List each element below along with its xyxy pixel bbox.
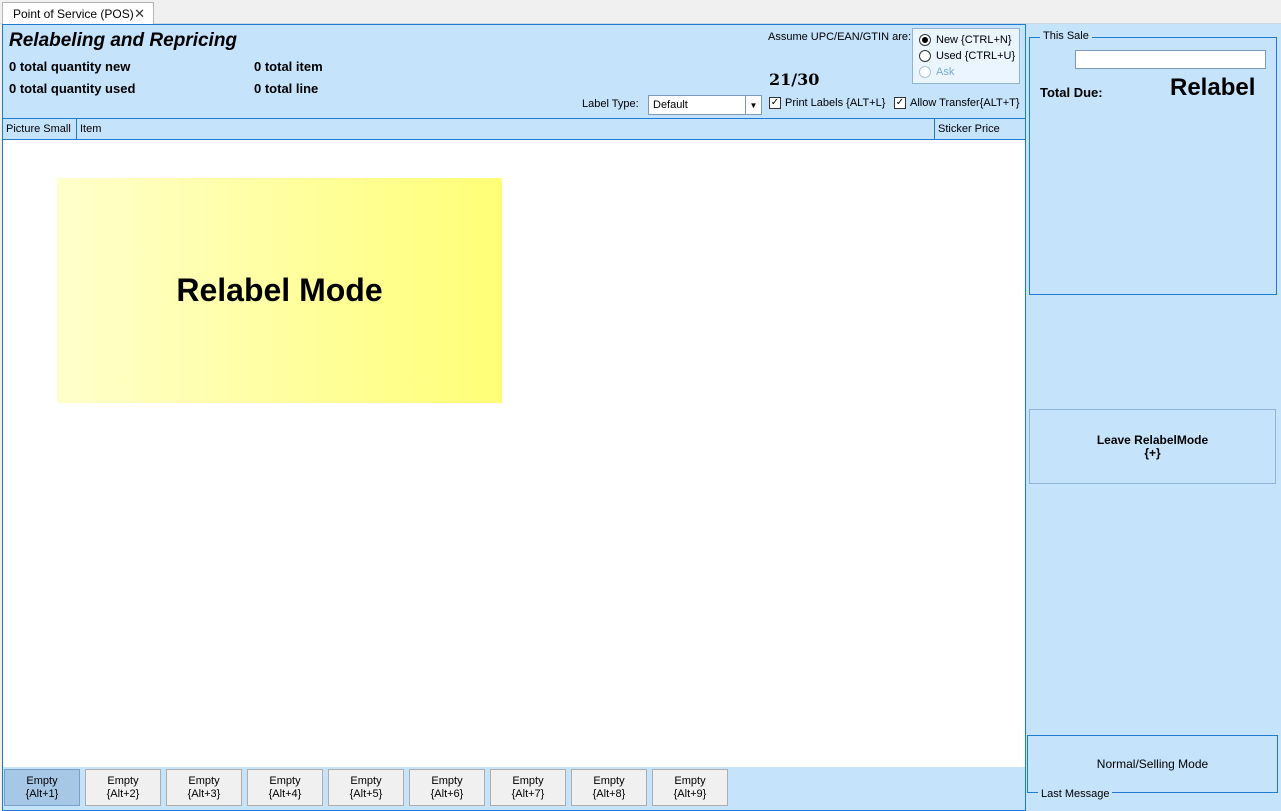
print-labels-label: Print Labels {ALT+L}: [785, 97, 886, 109]
slot-label: Empty: [674, 774, 706, 787]
page-title: Relabeling and Repricing: [9, 30, 238, 51]
allow-transfer-label: Allow Transfer{ALT+T}: [910, 97, 1020, 109]
slot-button-6[interactable]: Empty {Alt+6}: [409, 769, 485, 806]
main-panel: Relabeling and Repricing 0 total quantit…: [2, 24, 1026, 811]
slot-label: Empty: [593, 774, 625, 787]
label-type-select[interactable]: Default ▼: [648, 95, 762, 115]
assume-radio-group: New {CTRL+N} Used {CTRL+U} Ask: [912, 28, 1020, 84]
column-picture-small[interactable]: Picture Small: [3, 119, 77, 139]
radio-new[interactable]: New {CTRL+N}: [919, 34, 1012, 46]
radio-used-indicator[interactable]: [919, 50, 931, 62]
slot-button-1[interactable]: Empty {Alt+1}: [4, 769, 80, 806]
slot-button-9[interactable]: Empty {Alt+9}: [652, 769, 728, 806]
radio-ask-label: Ask: [936, 66, 955, 78]
tab-title: Point of Service (POS): [13, 6, 134, 21]
slot-label: Empty: [350, 774, 382, 787]
slot-key: {Alt+6}: [430, 787, 464, 800]
slot-button-4[interactable]: Empty {Alt+4}: [247, 769, 323, 806]
total-due-label: Total Due:: [1040, 85, 1103, 100]
assume-label: Assume UPC/EAN/GTIN are:: [768, 31, 912, 43]
grid-header: Picture Small Item Sticker Price: [3, 119, 1025, 140]
total-item-stat: 0 total item: [254, 59, 323, 74]
slot-button-7[interactable]: Empty {Alt+7}: [490, 769, 566, 806]
tab-point-of-service[interactable]: Point of Service (POS) ✕: [2, 2, 154, 24]
relabel-mode-banner: Relabel Mode: [57, 178, 502, 403]
slot-key: {Alt+1}: [25, 787, 59, 800]
slot-button-2[interactable]: Empty {Alt+2}: [85, 769, 161, 806]
this-sale-legend: This Sale: [1040, 30, 1092, 42]
slot-button-5[interactable]: Empty {Alt+5}: [328, 769, 404, 806]
slot-key: {Alt+9}: [673, 787, 707, 800]
radio-used[interactable]: Used {CTRL+U}: [919, 50, 1015, 62]
slot-key: {Alt+7}: [511, 787, 545, 800]
slot-button-8[interactable]: Empty {Alt+8}: [571, 769, 647, 806]
slot-label: Empty: [431, 774, 463, 787]
tab-strip: Point of Service (POS) ✕: [0, 0, 1281, 24]
sale-input[interactable]: [1075, 50, 1266, 69]
chevron-down-icon[interactable]: ▼: [745, 96, 761, 114]
slot-label: Empty: [26, 774, 58, 787]
last-message-text: Normal/Selling Mode: [1096, 757, 1209, 771]
radio-new-indicator[interactable]: [919, 34, 931, 46]
slot-key: {Alt+4}: [268, 787, 302, 800]
counter: 21/30: [769, 70, 820, 89]
slot-key: {Alt+5}: [349, 787, 383, 800]
leave-button-key: {+}: [1144, 445, 1161, 460]
sale-slots: Empty {Alt+1} Empty {Alt+2} Empty {Alt+3} E…: [3, 767, 1025, 810]
slot-button-3[interactable]: Empty {Alt+3}: [166, 769, 242, 806]
radio-ask: Ask: [919, 66, 954, 78]
slot-label: Empty: [269, 774, 301, 787]
this-sale-group: This Sale Total Due: Relabel: [1029, 30, 1277, 295]
radio-new-label: New {CTRL+N}: [936, 34, 1012, 46]
slot-key: {Alt+8}: [592, 787, 626, 800]
header-panel: Relabeling and Repricing 0 total quantit…: [3, 25, 1025, 119]
label-type-label: Label Type:: [582, 98, 639, 110]
close-icon[interactable]: ✕: [134, 6, 145, 22]
total-line-stat: 0 total line: [254, 81, 319, 96]
last-message-box: Normal/Selling Mode Last Message: [1027, 735, 1278, 800]
checkbox-checked-icon[interactable]: ✓: [894, 97, 906, 109]
radio-ask-indicator: [919, 66, 931, 78]
column-sticker-price[interactable]: Sticker Price: [935, 119, 1025, 139]
radio-used-label: Used {CTRL+U}: [936, 50, 1016, 62]
qty-new-stat: 0 total quantity new: [9, 59, 131, 74]
print-labels-checkbox[interactable]: ✓ Print Labels {ALT+L}: [769, 97, 885, 109]
checkbox-checked-icon[interactable]: ✓: [769, 97, 781, 109]
slot-label: Empty: [188, 774, 220, 787]
last-message-legend: Last Message: [1038, 788, 1113, 800]
right-panel: This Sale Total Due: Relabel Leave Relab…: [1026, 24, 1281, 811]
leave-button-label: Leave RelabelMode: [1096, 432, 1209, 447]
label-type-value: Default: [653, 99, 688, 111]
column-item[interactable]: Item: [77, 119, 935, 139]
slot-label: Empty: [107, 774, 139, 787]
slot-key: {Alt+3}: [187, 787, 221, 800]
item-grid[interactable]: Relabel Mode: [3, 140, 1025, 767]
leave-relabel-mode-button[interactable]: Leave RelabelMode {+}: [1029, 409, 1276, 484]
slot-label: Empty: [512, 774, 544, 787]
allow-transfer-checkbox[interactable]: ✓ Allow Transfer{ALT+T}: [894, 97, 1020, 109]
qty-used-stat: 0 total quantity used: [9, 81, 136, 96]
slot-key: {Alt+2}: [106, 787, 140, 800]
mode-indicator: Relabel: [1170, 74, 1256, 101]
